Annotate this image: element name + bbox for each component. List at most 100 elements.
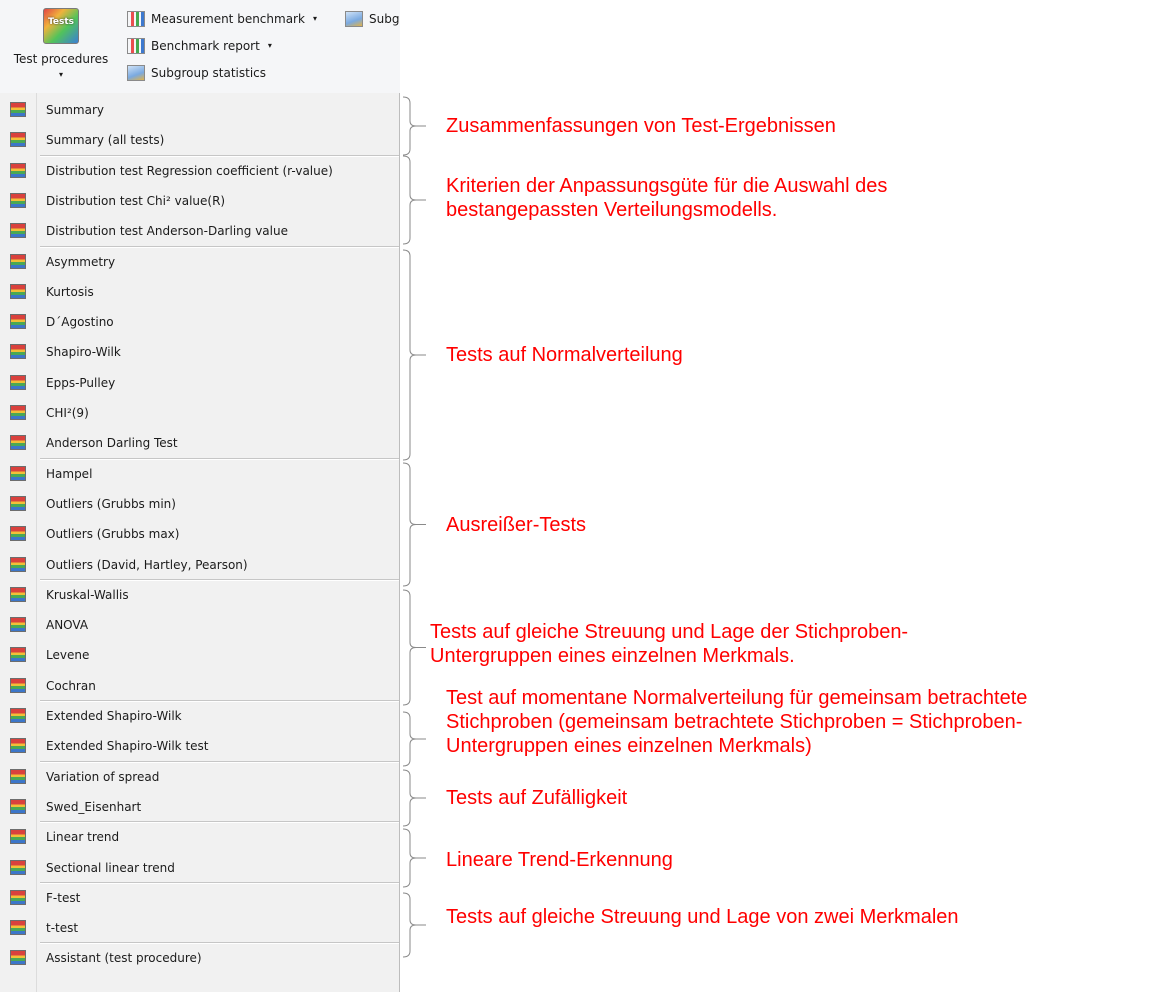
subgroup-stats-icon	[345, 11, 363, 27]
tests-icon: Tests	[43, 8, 79, 44]
menu-item-label: Extended Shapiro-Wilk	[46, 709, 182, 723]
test-procedure-icon	[10, 193, 26, 208]
chevron-down-icon[interactable]: ▾	[313, 8, 317, 30]
menu-item-label: Hampel	[46, 467, 93, 481]
menu-item-label: Epps-Pulley	[46, 376, 116, 390]
menu-item-label: Distribution test Anderson-Darling value	[46, 224, 288, 238]
annotation-2: Kriterien der Anpassungsgüte für die Aus…	[446, 174, 887, 222]
menu-item-outliers-david-hartley-pearson[interactable]: Outliers (David, Hartley, Pearson)	[0, 550, 399, 580]
test-procedure-icon	[10, 254, 26, 269]
measurement-benchmark-button[interactable]: Measurement benchmark ▾	[127, 8, 317, 30]
annotation-line: Test auf momentane Normalverteilung für …	[446, 687, 1028, 709]
benchmark-report-button[interactable]: Benchmark report ▾	[127, 35, 272, 57]
annotation-line: Lineare Trend-Erkennung	[446, 849, 673, 871]
menu-item-outliers-grubbs-min[interactable]: Outliers (Grubbs min)	[0, 489, 399, 519]
annotation-line: Tests auf gleiche Streuung und Lage von …	[446, 906, 959, 928]
menu-item-label: Anderson Darling Test	[46, 436, 178, 450]
menu-item-swed-eisenhart[interactable]: Swed_Eisenhart	[0, 792, 399, 822]
test-procedure-icon	[10, 617, 26, 632]
menu-item-chi-9[interactable]: CHI²(9)	[0, 398, 399, 428]
menu-item-sectional-linear-trend[interactable]: Sectional linear trend	[0, 853, 399, 883]
test-procedure-icon	[10, 920, 26, 935]
menu-item-f-test[interactable]: F-test	[0, 883, 399, 913]
test-procedures-button[interactable]: Tests Test procedures ▾	[0, 4, 122, 92]
subgroup-button[interactable]: Subg	[345, 8, 399, 30]
test-procedure-icon	[10, 496, 26, 511]
measurement-benchmark-label: Measurement benchmark	[151, 12, 305, 26]
test-procedure-icon	[10, 314, 26, 329]
menu-item-label: Outliers (Grubbs max)	[46, 527, 180, 541]
menu-item-label: ANOVA	[46, 618, 89, 632]
annotation-9: Tests auf gleiche Streuung und Lage von …	[446, 905, 959, 929]
test-procedure-icon	[10, 375, 26, 390]
menu-item-linear-trend[interactable]: Linear trend	[0, 822, 399, 852]
menu-item-label: Outliers (Grubbs min)	[46, 497, 176, 511]
benchmark-report-label: Benchmark report	[151, 39, 260, 53]
test-procedure-icon	[10, 223, 26, 238]
chevron-down-icon[interactable]: ▾	[268, 35, 272, 57]
menu-item-epps-pulley[interactable]: Epps-Pulley	[0, 368, 399, 398]
menu-item-label: Assistant (test procedure)	[46, 951, 202, 965]
test-procedure-icon	[10, 799, 26, 814]
menu-item-label: CHI²(9)	[46, 406, 89, 420]
menu-item-distribution-test-anderson-darling-value[interactable]: Distribution test Anderson-Darling value	[0, 216, 399, 246]
menu-item-label: Levene	[46, 648, 90, 662]
bracket-annotations	[402, 96, 426, 958]
menu-item-variation-of-spread[interactable]: Variation of spread	[0, 762, 399, 792]
test-procedure-icon	[10, 890, 26, 905]
menu-item-label: Summary (all tests)	[46, 133, 165, 147]
menu-item-assistant-test-procedure[interactable]: Assistant (test procedure)	[0, 943, 399, 973]
menu-item-levene[interactable]: Levene	[0, 640, 399, 670]
test-procedure-icon	[10, 102, 26, 117]
chevron-down-icon[interactable]: ▾	[0, 70, 122, 79]
menu-item-summary[interactable]: Summary	[0, 95, 399, 125]
bracket	[402, 769, 417, 827]
menu-item-kruskal-wallis[interactable]: Kruskal-Wallis	[0, 580, 399, 610]
menu-item-label: Extended Shapiro-Wilk test	[46, 739, 209, 753]
annotation-line: Ausreißer-Tests	[446, 514, 587, 536]
menu-item-label: Cochran	[46, 679, 96, 693]
menu-item-label: Asymmetry	[46, 255, 116, 269]
annotation-line: Tests auf Normalverteilung	[446, 344, 683, 366]
menu-item-label: Kurtosis	[46, 285, 94, 299]
subgroup-label: Subg	[369, 12, 400, 26]
menu-item-distribution-test-regression-coefficient-r-value[interactable]: Distribution test Regression coefficient…	[0, 156, 399, 186]
menu-item-extended-shapiro-wilk-test[interactable]: Extended Shapiro-Wilk test	[0, 731, 399, 761]
menu-item-d-agostino[interactable]: D´Agostino	[0, 307, 399, 337]
menu-item-hampel[interactable]: Hampel	[0, 459, 399, 489]
test-procedure-icon	[10, 678, 26, 693]
menu-item-kurtosis[interactable]: Kurtosis	[0, 277, 399, 307]
annotation-6: Test auf momentane Normalverteilung für …	[446, 686, 1027, 758]
test-procedure-icon	[10, 769, 26, 784]
menu-item-extended-shapiro-wilk[interactable]: Extended Shapiro-Wilk	[0, 701, 399, 731]
menu-item-label: Variation of spread	[46, 770, 160, 784]
test-procedure-icon	[10, 466, 26, 481]
menu-item-anderson-darling-test[interactable]: Anderson Darling Test	[0, 428, 399, 458]
annotation-line: Tests auf gleiche Streuung und Lage der …	[430, 621, 909, 643]
test-procedure-icon	[10, 435, 26, 450]
menu-item-asymmetry[interactable]: Asymmetry	[0, 247, 399, 277]
bar-chart-icon	[127, 11, 145, 27]
subgroup-statistics-button[interactable]: Subgroup statistics	[127, 62, 266, 84]
bar-chart-icon	[127, 38, 145, 54]
menu-item-label: Sectional linear trend	[46, 861, 175, 875]
menu-item-label: D´Agostino	[46, 315, 114, 329]
menu-item-label: Distribution test Regression coefficient…	[46, 164, 333, 178]
test-procedure-icon	[10, 132, 26, 147]
test-procedure-icon	[10, 557, 26, 572]
menu-item-shapiro-wilk[interactable]: Shapiro-Wilk	[0, 337, 399, 367]
annotation-5: Tests auf gleiche Streuung und Lage der …	[430, 620, 908, 668]
menu-item-distribution-test-chi-value-r[interactable]: Distribution test Chi² value(R)	[0, 186, 399, 216]
menu-item-anova[interactable]: ANOVA	[0, 610, 399, 640]
menu-item-summary-all-tests[interactable]: Summary (all tests)	[0, 125, 399, 155]
annotation-line: bestangepassten Verteilungsmodells.	[446, 199, 778, 221]
annotation-line: Untergruppen eines einzelnen Merkmals)	[446, 735, 812, 757]
annotation-line: Kriterien der Anpassungsgüte für die Aus…	[446, 175, 888, 197]
menu-item-cochran[interactable]: Cochran	[0, 671, 399, 701]
test-procedure-icon	[10, 647, 26, 662]
test-procedure-icon	[10, 405, 26, 420]
annotation-4: Ausreißer-Tests	[446, 513, 586, 537]
menu-item-outliers-grubbs-max[interactable]: Outliers (Grubbs max)	[0, 519, 399, 549]
menu-item-t-test[interactable]: t-test	[0, 913, 399, 943]
test-procedure-icon	[10, 829, 26, 844]
